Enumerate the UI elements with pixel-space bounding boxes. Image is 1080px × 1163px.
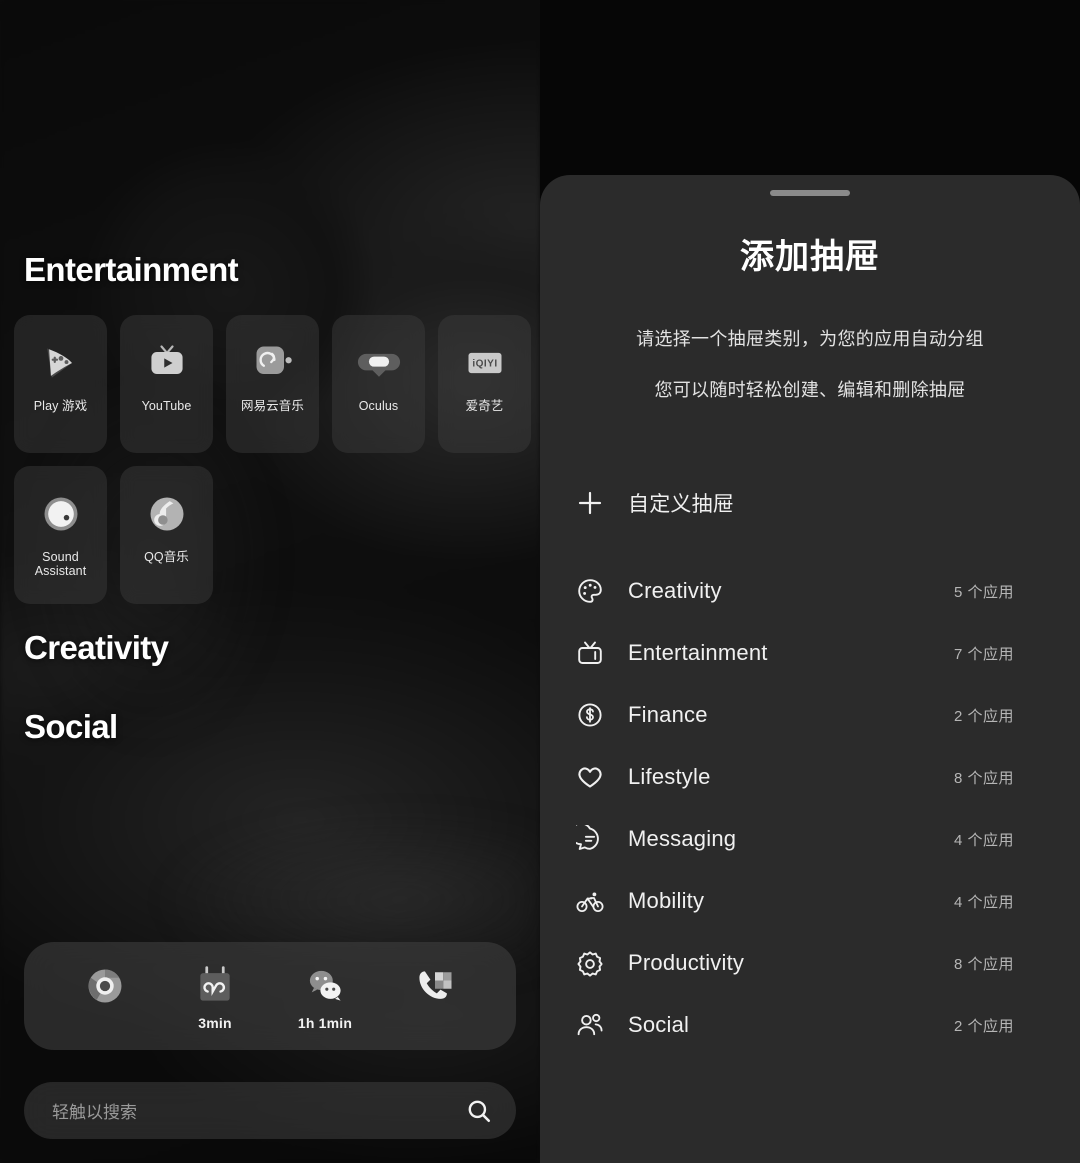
app-tile-play-games[interactable]: Play 游戏 (14, 315, 107, 453)
list-item-label: Lifestyle (628, 764, 711, 789)
app-label: Sound Assistant (34, 550, 87, 578)
list-item-label: Creativity (628, 578, 722, 603)
list-item-creativity[interactable]: Creativity 5 个应用 (540, 560, 1080, 622)
app-label: YouTube (141, 399, 192, 413)
dock-usage-timer: 1h 1min (297, 1015, 353, 1031)
app-label: 网易云音乐 (240, 399, 304, 413)
list-item-count: 4 个应用 (953, 831, 1014, 849)
list-item-count: 8 个应用 (953, 955, 1014, 973)
dock: 3min 1h 1min (24, 942, 516, 1050)
wechat-icon (309, 970, 341, 1001)
list-item-label: Social (628, 1012, 690, 1037)
heart-icon (578, 767, 602, 788)
app-tile-youtube[interactable]: YouTube (120, 315, 213, 453)
iqiyi-icon: iQIYI (468, 352, 501, 374)
search-placeholder: 轻触以搜索 (52, 1103, 137, 1122)
chrome-icon (88, 969, 122, 1003)
section-header-creativity: Creativity (24, 629, 169, 666)
list-item-count: 7 个应用 (953, 645, 1014, 663)
sheet-subtitle-line-1: 请选择一个抽屉类别，为您的应用自动分组 (636, 329, 984, 349)
palette-icon (578, 579, 602, 603)
dock-item-wechat[interactable]: 1h 1min (282, 964, 368, 1031)
list-item-finance[interactable]: Finance 2 个应用 (540, 684, 1080, 746)
list-item-lifestyle[interactable]: Lifestyle 8 个应用 (540, 746, 1080, 808)
search-icon[interactable] (466, 1098, 492, 1124)
home-screen-panel: Entertainment Play 游戏 YouTube 网易云音乐 Ocul… (0, 0, 540, 1163)
dock-item-contacts[interactable] (392, 964, 478, 1015)
sheet-title: 添加抽屉 (740, 238, 880, 276)
list-item-label: Finance (628, 702, 708, 727)
dock-item-chrome[interactable] (62, 964, 148, 1015)
app-label: 爱奇艺 (465, 399, 504, 413)
app-grid-row-1: Play 游戏 YouTube 网易云音乐 Oculus iQIYI 爱奇艺 (14, 315, 531, 453)
bottom-sheet: 添加抽屉 请选择一个抽屉类别，为您的应用自动分组 您可以随时轻松创建、编辑和删除… (540, 175, 1080, 1163)
app-tile-oculus[interactable]: Oculus (332, 315, 425, 453)
app-tile-sound-assistant[interactable]: Sound Assistant (14, 466, 107, 604)
people-icon (577, 1013, 603, 1036)
youtube-icon (150, 345, 183, 374)
list-item-count: 2 个应用 (953, 707, 1014, 725)
google-play-games-icon (46, 348, 72, 378)
list-item-messaging[interactable]: Messaging 4 个应用 (540, 808, 1080, 870)
list-item-count: 4 个应用 (953, 893, 1014, 911)
app-label: QQ音乐 (144, 550, 189, 564)
section-header-social: Social (24, 708, 118, 745)
dollar-coin-icon (578, 703, 602, 727)
list-item-count: 5 个应用 (953, 583, 1014, 601)
calendar-icon (200, 966, 230, 1001)
list-item-label: Messaging (628, 826, 737, 851)
list-item-label: Mobility (628, 888, 705, 913)
list-item-social[interactable]: Social 2 个应用 (540, 994, 1080, 1056)
chat-bubble-icon (576, 825, 599, 850)
drawer-category-list: 自定义抽屉 Creativity 5 个应用 Entertainment 7 个… (540, 472, 1080, 1056)
oculus-icon (357, 353, 400, 377)
app-label: Oculus (358, 399, 399, 413)
list-item-label: Entertainment (628, 640, 768, 665)
app-tile-qq-music[interactable]: QQ音乐 (120, 466, 213, 604)
bicycle-icon (576, 892, 604, 912)
tv-icon (578, 641, 602, 664)
list-item-label: 自定义抽屉 (628, 493, 734, 516)
list-item-count: 8 个应用 (953, 769, 1014, 787)
list-item-count: 2 个应用 (953, 1017, 1014, 1035)
dock-usage-timer: 3min (198, 1015, 232, 1031)
gear-icon (577, 951, 603, 977)
screen-root: Entertainment Play 游戏 YouTube 网易云音乐 Ocul… (0, 0, 1080, 1163)
qq-music-icon (150, 497, 183, 531)
svg-text:iQIYI: iQIYI (472, 359, 497, 370)
sheet-drag-handle[interactable] (770, 190, 850, 196)
dock-item-calendar[interactable]: 3min (172, 964, 258, 1031)
app-label: Play 游戏 (33, 399, 88, 413)
section-header-entertainment: Entertainment (24, 251, 239, 288)
plus-icon (578, 491, 602, 515)
netease-cloud-music-icon (256, 346, 292, 374)
app-tile-netease-music[interactable]: 网易云音乐 (226, 315, 319, 453)
list-item-custom-drawer[interactable]: 自定义抽屉 (540, 472, 1080, 534)
list-item-label: Productivity (628, 950, 745, 975)
app-grid-row-2: Sound Assistant QQ音乐 (14, 466, 213, 604)
add-drawer-panel: 添加抽屉 请选择一个抽屉类别，为您的应用自动分组 您可以随时轻松创建、编辑和删除… (540, 0, 1080, 1163)
list-item-mobility[interactable]: Mobility 4 个应用 (540, 870, 1080, 932)
search-bar[interactable]: 轻触以搜索 (24, 1082, 516, 1139)
sheet-subtitle-line-2: 您可以随时轻松创建、编辑和删除抽屉 (654, 380, 966, 400)
app-tile-iqiyi[interactable]: iQIYI 爱奇艺 (438, 315, 531, 453)
list-item-productivity[interactable]: Productivity 8 个应用 (540, 932, 1080, 994)
phone-contacts-icon (419, 971, 452, 999)
sound-assistant-icon (44, 497, 77, 531)
list-item-entertainment[interactable]: Entertainment 7 个应用 (540, 622, 1080, 684)
